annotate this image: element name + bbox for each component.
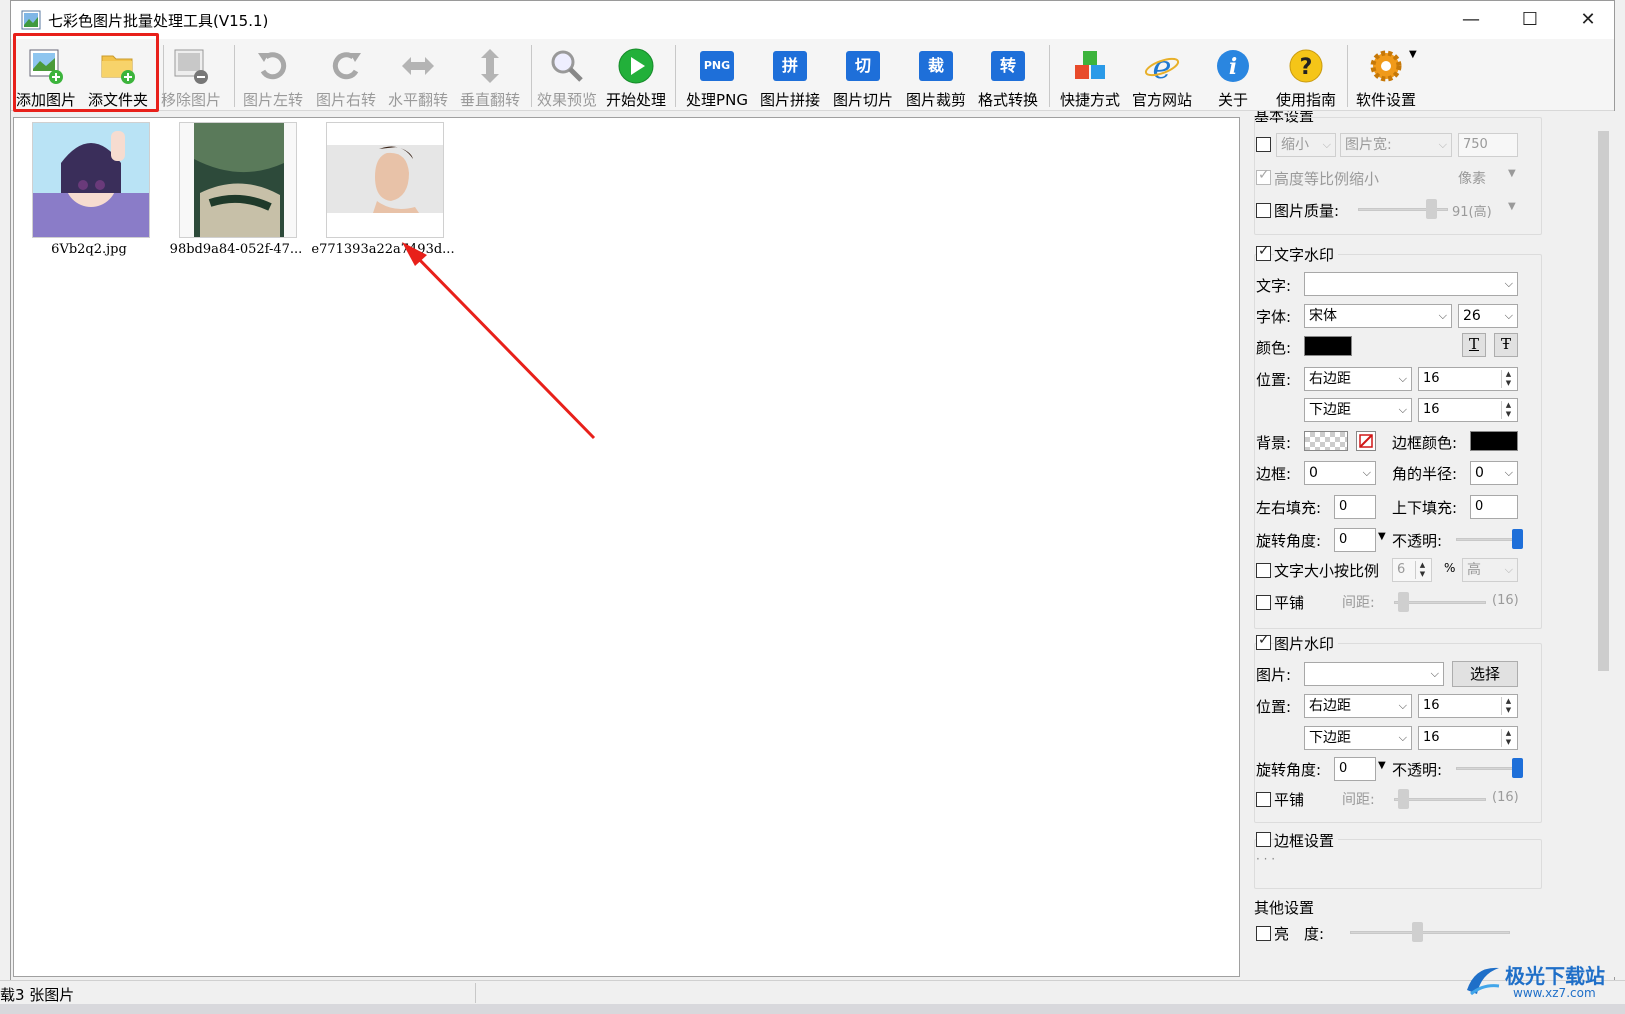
status-bar: 载3 张图片 — [0, 980, 1625, 1004]
taskbar-strip — [0, 1004, 1625, 1014]
annotation-arrow — [402, 242, 596, 440]
watermark-brand: 极光下载站 — [1505, 964, 1605, 988]
watermark-logo-icon — [1467, 967, 1500, 996]
site-watermark: 极光下载站 www.xz7.com — [1463, 960, 1623, 1005]
watermark-url: www.xz7.com — [1513, 986, 1596, 1000]
status-text: 载3 张图片 — [0, 986, 75, 1004]
status-separator — [475, 983, 476, 1003]
